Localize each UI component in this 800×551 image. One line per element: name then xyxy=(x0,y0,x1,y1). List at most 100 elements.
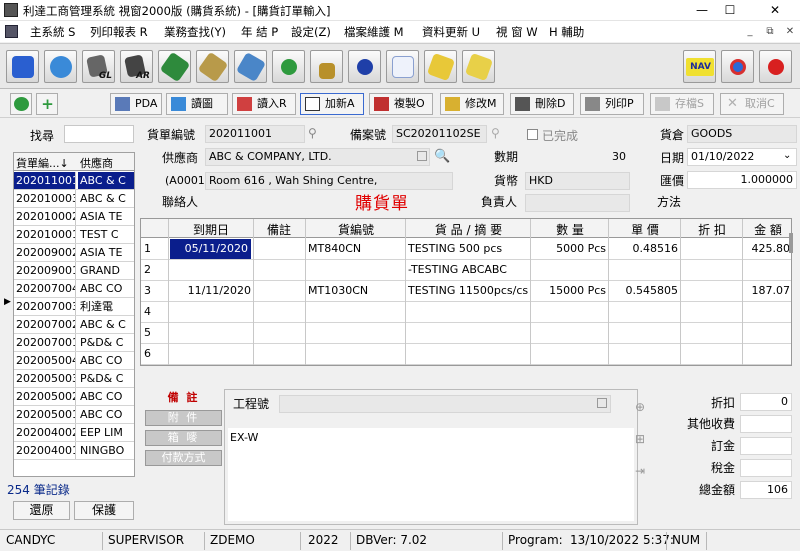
list-item[interactable]: 202004001 NINGBO xyxy=(14,442,134,460)
period-field[interactable]: 30 xyxy=(525,148,630,166)
list-item[interactable]: 202011001 ABC & C xyxy=(14,172,134,190)
pin-icon[interactable]: ⚲ xyxy=(491,126,500,140)
date-field[interactable]: 01/10/2022 xyxy=(687,148,797,166)
menu-data-update[interactable]: 資料更新 U xyxy=(422,24,480,40)
list-item[interactable]: 202004002 EEP LIM xyxy=(14,424,134,442)
order-no-field[interactable]: 202011001 xyxy=(205,125,305,143)
menu-file-maintenance[interactable]: 檔案維護 M xyxy=(344,24,404,40)
menu-print-report[interactable]: 列印報表 R xyxy=(90,24,148,40)
list-item[interactable]: 202005003 P&D& C xyxy=(14,370,134,388)
pda-button[interactable]: PDA xyxy=(110,93,162,115)
export-icon[interactable]: ⇥ xyxy=(629,460,651,482)
load-button[interactable]: 讀入R xyxy=(232,93,296,115)
refresh-small-icon[interactable] xyxy=(10,93,32,115)
list-item[interactable]: 202007003 利達電 xyxy=(14,298,134,316)
restore-button[interactable]: 還原 xyxy=(13,501,70,520)
print-button[interactable]: 列印P xyxy=(580,93,644,115)
table-row[interactable]: 3 11/11/2020 MT1030CN TESTING 11500pcs/cs 15… xyxy=(141,281,791,302)
total-amount-field[interactable]: 106 xyxy=(740,481,792,499)
list-item[interactable]: 202007001 P&D& C xyxy=(14,334,134,352)
list-item[interactable]: 202005002 ABC CO xyxy=(14,388,134,406)
project-lookup-icon[interactable] xyxy=(597,398,607,408)
ar-receivable-icon[interactable]: AR xyxy=(120,50,153,83)
menu-year-end[interactable]: 年 結 P xyxy=(241,24,278,40)
tab-attachments[interactable]: 附 件 xyxy=(145,410,222,426)
project-no-field[interactable] xyxy=(279,395,611,413)
warehouse-field[interactable]: GOODS xyxy=(687,125,797,143)
close-button[interactable]: ✕ xyxy=(763,2,787,19)
disk-icon[interactable] xyxy=(234,50,267,83)
modify-button[interactable]: 修改M xyxy=(440,93,504,115)
table-row[interactable]: 4 xyxy=(141,302,791,323)
mdi-restore-button[interactable]: ⧉ xyxy=(762,24,778,39)
currency-field[interactable]: HKD xyxy=(525,172,630,190)
tab-shipping-marks[interactable]: 箱 嘜 xyxy=(145,430,222,446)
table-row[interactable]: 1 05/11/2020 MT840CN TESTING 500 pcs 5000 Pc… xyxy=(141,239,791,260)
nav-icon[interactable]: NAV xyxy=(683,50,716,83)
memo-icon[interactable] xyxy=(462,50,495,83)
copy-button[interactable]: 複製O xyxy=(369,93,433,115)
discount-total-field[interactable]: 0 xyxy=(740,393,792,411)
list-item[interactable]: 202007002 ABC & C xyxy=(14,316,134,334)
list-item[interactable]: 202010001 TEST C xyxy=(14,226,134,244)
search-input[interactable] xyxy=(64,125,134,143)
lock-icon[interactable] xyxy=(310,50,343,83)
table-row[interactable]: 2 -TESTING ABCABC xyxy=(141,260,791,281)
grid-scrollbar[interactable] xyxy=(789,233,793,253)
list-item[interactable]: 202010002 ASIA TE xyxy=(14,208,134,226)
calculator-icon[interactable] xyxy=(6,50,39,83)
table-row[interactable]: 5 xyxy=(141,323,791,344)
maximize-button[interactable]: ☐ xyxy=(718,2,742,19)
stock-icon[interactable] xyxy=(196,50,229,83)
refresh-icon[interactable] xyxy=(721,50,754,83)
remarks-textarea[interactable]: EX-W xyxy=(228,428,634,521)
note-pencil-icon[interactable] xyxy=(424,50,457,83)
menu-window[interactable]: 視 窗 W xyxy=(496,24,538,40)
supplier-lookup-icon[interactable] xyxy=(417,151,427,161)
info-icon[interactable] xyxy=(348,50,381,83)
globe-icon[interactable] xyxy=(272,50,305,83)
record-no-field[interactable]: SC20201102SE xyxy=(392,125,487,143)
chevron-down-icon[interactable]: ⌄ xyxy=(783,150,791,161)
completed-checkbox[interactable] xyxy=(527,129,538,140)
deposit-field[interactable] xyxy=(740,437,792,455)
rate-field[interactable]: 1.000000 xyxy=(687,171,797,189)
list-item[interactable]: 202005004 ABC CO xyxy=(14,352,134,370)
list-item[interactable]: 202005001 ABC CO xyxy=(14,406,134,424)
delete-button[interactable]: 刪除D xyxy=(510,93,574,115)
responsible-field[interactable] xyxy=(525,194,630,212)
method-field[interactable] xyxy=(687,194,797,212)
tax-field[interactable] xyxy=(740,459,792,477)
mdi-close-button[interactable]: ✕ xyxy=(782,24,798,39)
list-item[interactable]: 202010003 ABC & C xyxy=(14,190,134,208)
save-button[interactable]: 存檔S xyxy=(650,93,714,115)
document-icon[interactable] xyxy=(5,25,18,38)
list-item[interactable]: 202009001 GRAND xyxy=(14,262,134,280)
list-item[interactable]: 202009002 ASIA TE xyxy=(14,244,134,262)
network-icon[interactable] xyxy=(44,50,77,83)
magnifier-icon[interactable]: 🔍 xyxy=(434,149,450,164)
cancel-button[interactable]: ✕ 取消C xyxy=(720,93,784,115)
list-item[interactable]: 202007004 ABC CO xyxy=(14,280,134,298)
address-field[interactable]: Room 616 , Wah Shing Centre, xyxy=(205,172,453,190)
zoom-icon[interactable]: ⊕ xyxy=(629,396,651,418)
add-new-button[interactable]: 加新A xyxy=(300,93,364,115)
contact-field[interactable] xyxy=(205,194,315,212)
order-no-column-header[interactable]: 貨單編...↓ xyxy=(16,155,69,171)
menu-help[interactable]: H 輔助 xyxy=(549,24,584,40)
pin-icon[interactable]: ⚲ xyxy=(308,126,317,140)
menu-business-search[interactable]: 業務查找(Y) xyxy=(164,24,226,40)
menu-main-system[interactable]: 主系統 S xyxy=(30,24,75,40)
tab-payment-method[interactable]: 付款方式 xyxy=(145,450,222,466)
supplier-field[interactable]: ABC & COMPANY, LTD. xyxy=(205,148,430,166)
read-picture-button[interactable]: 讀圖 xyxy=(166,93,228,115)
tab-remarks[interactable]: 備 註 xyxy=(145,390,222,406)
minimize-button[interactable]: — xyxy=(690,2,714,19)
other-charges-field[interactable] xyxy=(740,415,792,433)
purchase-book-icon[interactable] xyxy=(158,50,191,83)
add-icon[interactable]: + xyxy=(36,93,58,115)
supplier-column-header[interactable]: 供應商 xyxy=(80,155,113,171)
table-row[interactable]: 6 xyxy=(141,344,791,365)
menu-settings[interactable]: 設定(Z) xyxy=(291,24,331,40)
power-off-icon[interactable] xyxy=(759,50,792,83)
